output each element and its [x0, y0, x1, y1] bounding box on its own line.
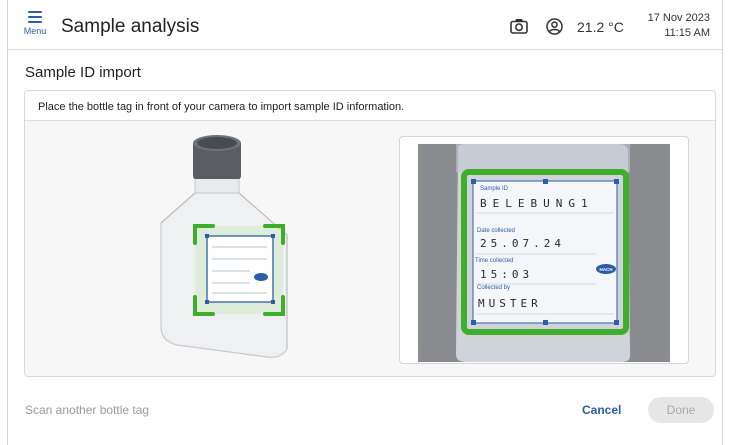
tag-collected-by-label: Collected by: [477, 285, 510, 291]
tag-sample-id-label: Sample ID: [480, 186, 509, 192]
bottle-illustration: [160, 135, 288, 358]
scan-another-link[interactable]: Scan another bottle tag: [25, 403, 149, 417]
user-icon[interactable]: [546, 18, 563, 35]
tag-sample-id-value: BELEBUNG1: [480, 197, 594, 210]
page-title: Sample analysis: [61, 16, 200, 37]
tag-date-value: 25.07.24: [480, 237, 565, 250]
instruction-text: Place the bottle tag in front of your ca…: [38, 101, 405, 113]
camera-preview: HACH Sample ID BELEBUNG1 Date collected …: [399, 136, 689, 364]
menu-button[interactable]: Menu: [20, 11, 50, 43]
done-button[interactable]: Done: [648, 397, 714, 423]
tag-time-value: 15:03: [480, 268, 533, 281]
temperature-readout: 21.2 °C: [577, 19, 624, 35]
cancel-button[interactable]: Cancel: [582, 403, 621, 417]
menu-label: Menu: [23, 26, 47, 36]
date-text: 17 Nov 2023: [647, 12, 710, 24]
hamburger-icon: [28, 11, 42, 23]
date-time: 17 Nov 2023 11:15 AM: [648, 11, 710, 41]
top-bar: Menu Sample analysis 21.2 °C 17 Nov 2023…: [8, 2, 722, 50]
camera-icon[interactable]: [510, 18, 528, 34]
tag-time-label: Time collected: [475, 258, 513, 264]
camera-feed-image: HACH Sample ID BELEBUNG1 Date collected …: [418, 144, 670, 362]
tag-date-label: Date collected: [477, 228, 515, 234]
instruction-bar: Place the bottle tag in front of your ca…: [25, 91, 715, 121]
time-text: 11:15 AM: [664, 27, 710, 39]
tag-collected-by-value: MUSTER: [478, 297, 542, 310]
section-title: Sample ID import: [25, 64, 141, 81]
import-card: Place the bottle tag in front of your ca…: [24, 90, 716, 377]
tag-brand: HACH: [600, 267, 613, 272]
